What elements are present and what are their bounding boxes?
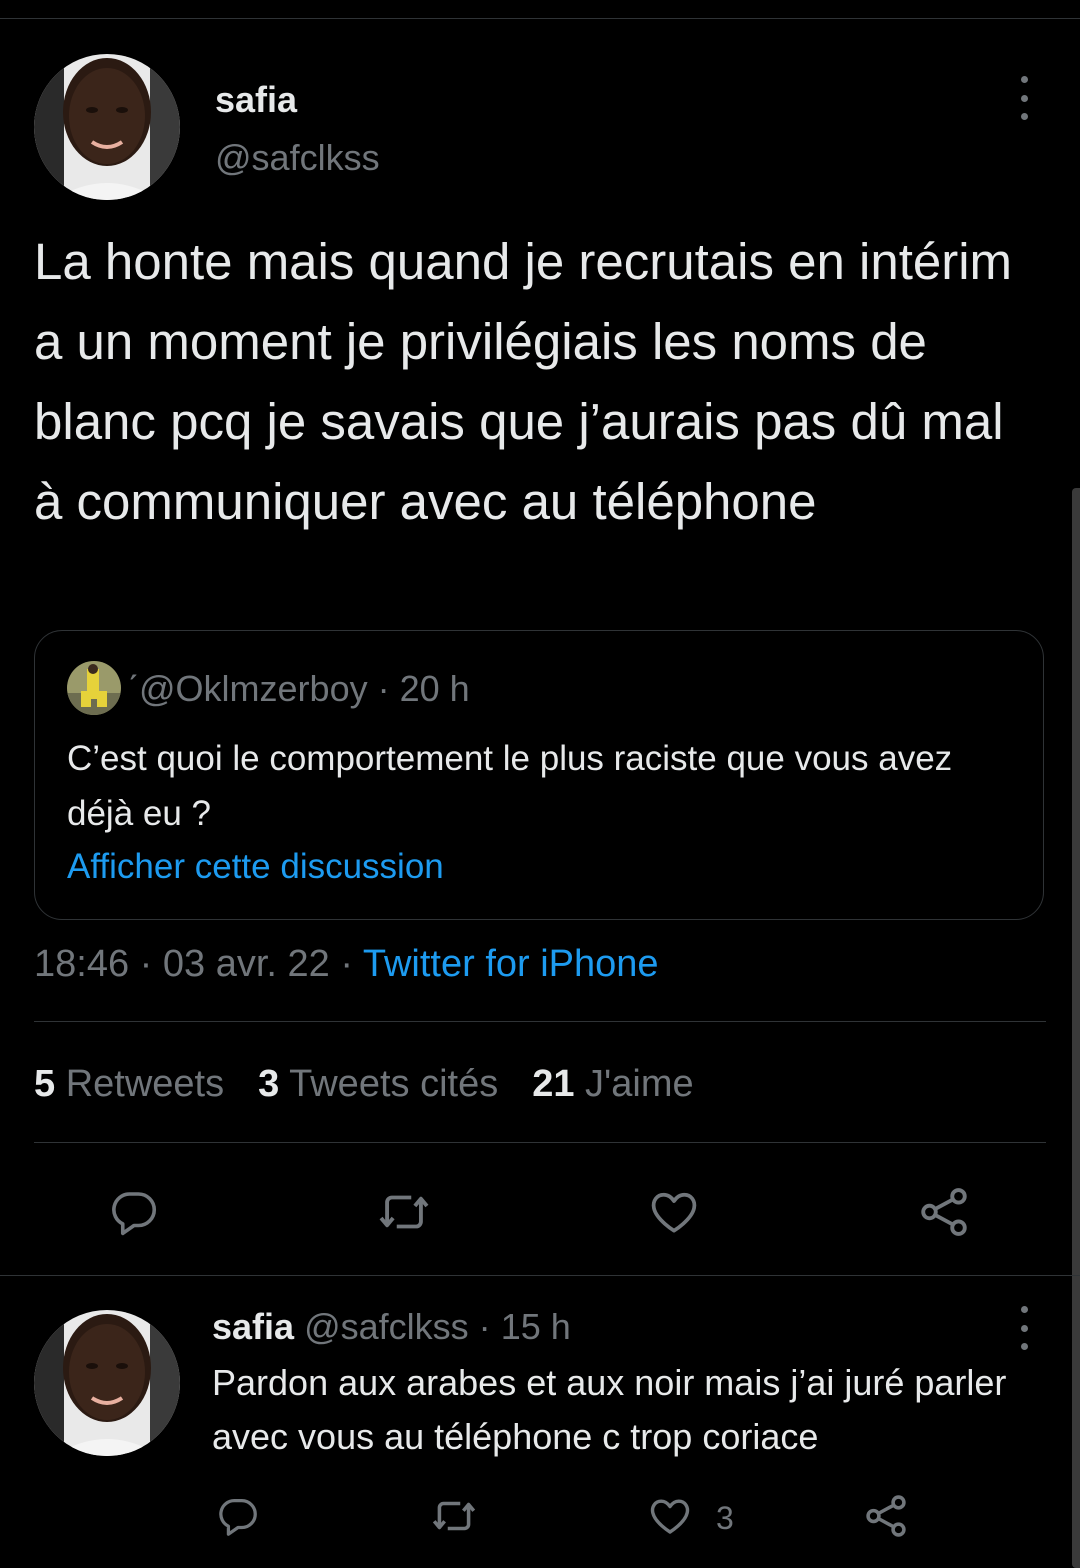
divider [34, 1142, 1046, 1143]
tweet-source-link[interactable]: Twitter for iPhone [363, 943, 659, 985]
tweet-date[interactable]: 03 avr. 22 [163, 943, 330, 985]
retweet-icon [432, 1501, 476, 1531]
like-icon [650, 1499, 690, 1534]
top-divider [0, 18, 1080, 19]
reply-author-handle[interactable]: @safclkss [304, 1306, 469, 1347]
tweet-stats: 5 Retweets 3 Tweets cités 21 J'aime [34, 1060, 694, 1108]
retweets-label: Retweets [65, 1063, 225, 1105]
reply-button[interactable] [104, 1182, 164, 1242]
quoted-author-avatar [67, 661, 121, 715]
quoted-name-mark: ˊ [127, 668, 139, 709]
reply-icon [112, 1192, 156, 1236]
avatar-photo [34, 54, 180, 200]
quoted-time: 20 h [399, 668, 470, 709]
quoted-handle[interactable]: @Oklmzerboy [139, 668, 368, 709]
divider [34, 1021, 1046, 1022]
show-thread-link[interactable]: Afficher cette discussion [67, 845, 444, 889]
reply-separator: · [478, 1306, 491, 1347]
retweets-count: 5 [34, 1063, 56, 1105]
like-button[interactable] [644, 1182, 704, 1242]
author-name[interactable]: safia [215, 78, 297, 122]
author-handle[interactable]: @safclkss [215, 136, 380, 180]
reply-like-button[interactable] [644, 1490, 696, 1542]
share-icon [921, 1188, 967, 1236]
likes-count: 21 [532, 1063, 575, 1105]
retweet-icon [379, 1195, 429, 1229]
reply-like-count: 3 [716, 1500, 734, 1536]
tweet-meta: 18:46 · 03 avr. 22 · Twitter for iPhone [34, 940, 659, 988]
quoted-avatar-photo [67, 661, 121, 715]
reply-more-options-icon[interactable] [1014, 1306, 1034, 1350]
divider [0, 1275, 1080, 1276]
reply-header: safia @safclkss · 15 h [212, 1305, 571, 1349]
quoted-text: C’est quoi le comportement le plus racis… [67, 739, 953, 833]
scrollbar[interactable] [1072, 488, 1080, 1568]
reply-author-avatar[interactable] [34, 1310, 180, 1456]
tweet-time[interactable]: 18:46 [34, 943, 129, 985]
meta-separator: · [139, 943, 153, 985]
reply-time[interactable]: 15 h [501, 1306, 571, 1347]
reply-icon [219, 1499, 257, 1536]
quotes-count: 3 [258, 1063, 280, 1105]
meta-separator-2: · [340, 943, 353, 985]
like-icon [651, 1192, 697, 1233]
reply-avatar-photo [34, 1310, 180, 1456]
likes-label: J'aime [585, 1063, 694, 1105]
retweet-button[interactable] [374, 1182, 434, 1242]
quoted-separator: · [377, 668, 390, 709]
quotes-label: Tweets cités [289, 1063, 499, 1105]
share-icon [866, 1495, 906, 1537]
share-button[interactable] [914, 1182, 974, 1242]
reply-reply-button[interactable] [212, 1490, 264, 1542]
quotes-stat[interactable]: 3 Tweets cités [258, 1063, 498, 1105]
likes-stat[interactable]: 21 J'aime [532, 1063, 693, 1105]
more-options-icon[interactable] [1014, 76, 1034, 120]
tweet-text: La honte mais quand je recrutais en inté… [34, 233, 1013, 530]
reply-text: Pardon aux arabes et aux noir mais j’ai … [212, 1362, 1007, 1457]
author-avatar[interactable] [34, 54, 180, 200]
retweets-stat[interactable]: 5 Retweets [34, 1063, 224, 1105]
reply-author-name[interactable]: safia [212, 1306, 294, 1347]
quoted-tweet-card[interactable]: ˊ@Oklmzerboy · 20 h C’est quoi le compor… [34, 630, 1044, 920]
reply-share-button[interactable] [860, 1490, 912, 1542]
quoted-header: ˊ@Oklmzerboy · 20 h [127, 667, 470, 711]
reply-retweet-button[interactable] [428, 1490, 480, 1542]
